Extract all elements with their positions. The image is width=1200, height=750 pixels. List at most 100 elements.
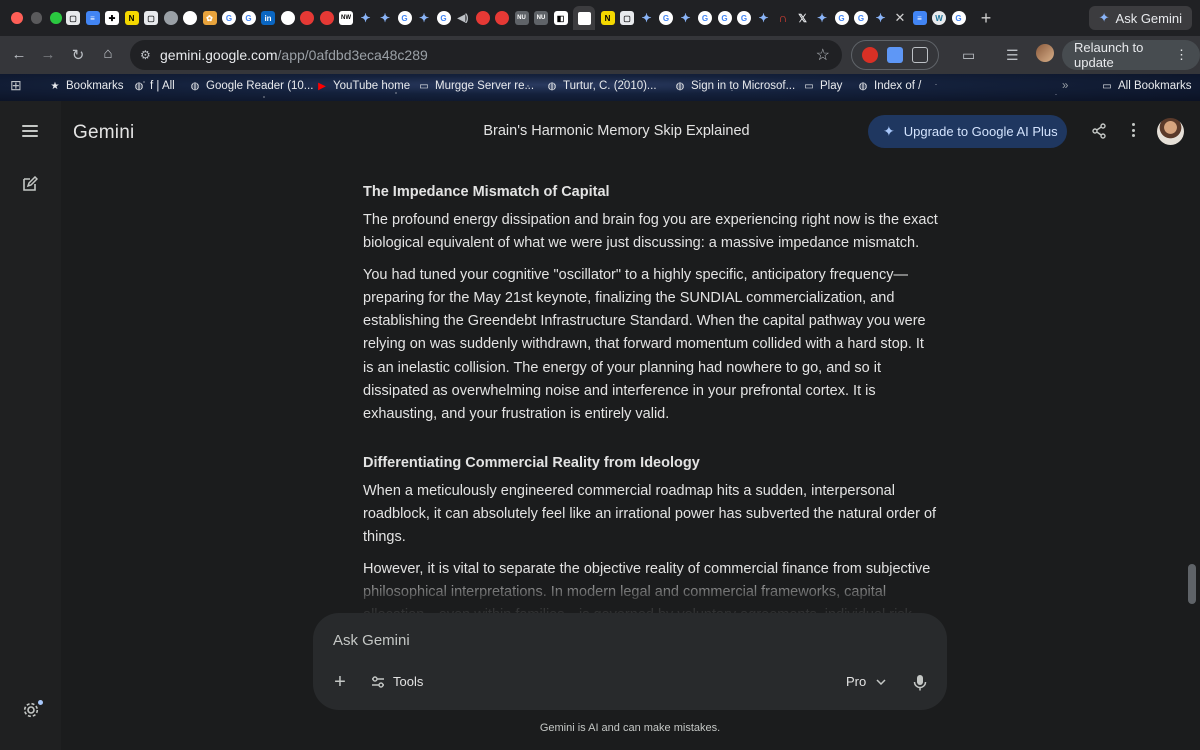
url-text[interactable]: gemini.google.com/app/0afdbd3eca48c289 xyxy=(160,47,428,63)
reading-list-icon[interactable]: ☰ xyxy=(1006,47,1019,64)
bookmark-star-icon[interactable]: ☆ xyxy=(816,45,830,65)
tab-google-icon[interactable]: G xyxy=(717,11,732,25)
tab-favicon[interactable]: ▢ xyxy=(144,11,158,25)
tab-favicon[interactable]: N xyxy=(124,11,139,25)
site-info-icon[interactable]: ⚙ xyxy=(140,48,160,62)
tab-favicon[interactable] xyxy=(183,11,197,25)
tab-gemini-icon[interactable]: ✦ xyxy=(874,11,888,25)
tab-gemini-icon[interactable]: ✦ xyxy=(359,11,373,25)
tab-gemini-icon[interactable]: ✦ xyxy=(757,11,771,25)
tab-google-icon[interactable]: G xyxy=(698,11,712,25)
model-selector[interactable]: Pro xyxy=(846,674,886,689)
tab-google-icon[interactable]: G xyxy=(854,11,868,25)
new-tab-button[interactable]: + xyxy=(977,8,995,29)
bookmark-item[interactable]: ◍ Turtur, C. (2010)... xyxy=(546,80,657,92)
tab-google-icon[interactable]: G xyxy=(397,11,412,25)
upgrade-button[interactable]: ✦ Upgrade to Google AI Plus xyxy=(868,115,1067,148)
tab-x-icon[interactable]: 𝕏 xyxy=(796,11,810,25)
tab-gemini-icon[interactable]: ✦ xyxy=(640,11,654,25)
tab-favicon[interactable]: ✚ xyxy=(105,11,119,25)
all-bookmarks-button[interactable]: ▭ All Bookmarks xyxy=(1101,80,1191,92)
tab-favicon[interactable] xyxy=(475,11,490,25)
extensions-group xyxy=(851,40,939,70)
tab-google-icon[interactable]: G xyxy=(436,11,451,25)
puzzle-icon[interactable] xyxy=(911,47,928,63)
ask-gemini-button[interactable]: ✦ Ask Gemini xyxy=(1088,6,1192,30)
minimize-window-button[interactable] xyxy=(30,12,43,24)
user-avatar[interactable] xyxy=(1157,118,1184,145)
tab-globe-icon[interactable] xyxy=(163,11,178,25)
tab-gemini-icon[interactable]: ✦ xyxy=(815,11,829,25)
close-window-button[interactable] xyxy=(11,12,23,24)
tab-active[interactable] xyxy=(573,6,595,30)
bookmarks-bar: ⊞ ★ Bookmarks ◍ f | All ◍ Google Reader (10… xyxy=(0,74,1200,101)
maximize-window-button[interactable] xyxy=(50,12,63,24)
tab-favicon[interactable]: ✿ xyxy=(202,11,217,25)
prompt-input[interactable]: Ask Gemini xyxy=(333,632,410,649)
scrollbar-thumb[interactable] xyxy=(1188,564,1196,604)
tools-sliders-icon xyxy=(372,675,384,688)
tab-google-icon[interactable]: G xyxy=(951,11,966,25)
globe-icon: ◍ xyxy=(134,80,144,92)
tab-favicon[interactable] xyxy=(300,11,314,25)
tab-favicon[interactable] xyxy=(280,11,295,25)
reload-icon[interactable]: ↻ xyxy=(63,46,93,64)
tab-favicon[interactable]: ∩ xyxy=(776,11,790,25)
bookmark-folder[interactable]: ▭ Play xyxy=(803,80,842,92)
forward-arrow-icon[interactable]: → xyxy=(33,46,63,63)
notification-dot xyxy=(38,700,43,705)
bookmark-item[interactable]: ▶ YouTube home xyxy=(316,80,410,92)
tab-google-icon[interactable]: G xyxy=(241,11,256,25)
bookmark-item[interactable]: ◍ Google Reader (10... xyxy=(189,80,314,92)
bookmarks-overflow-button[interactable]: » xyxy=(1062,80,1068,92)
prompt-input-box[interactable]: Ask Gemini + Tools Pro xyxy=(313,613,947,710)
tab-favicon[interactable]: NW xyxy=(339,11,353,25)
close-tab-icon[interactable]: ✕ xyxy=(893,10,907,26)
tab-docs-icon[interactable]: ≡ xyxy=(912,11,927,25)
tab-favicon[interactable] xyxy=(319,11,334,25)
tab-favicon[interactable]: ◧ xyxy=(553,11,568,25)
profile-avatar[interactable] xyxy=(1036,44,1054,62)
bookmark-item[interactable]: ◍ f | All xyxy=(133,80,175,92)
extension-icon[interactable] xyxy=(862,47,879,63)
relaunch-button[interactable]: Relaunch to update ⋮ xyxy=(1062,40,1200,70)
add-attachment-button[interactable]: + xyxy=(331,672,349,692)
tab-docs-icon[interactable]: ≡ xyxy=(85,11,100,25)
bookmark-item[interactable]: ◍ Index of / xyxy=(857,80,922,92)
tab-linkedin-icon[interactable]: in xyxy=(261,11,275,25)
bookmark-item[interactable]: ★ Bookmarks xyxy=(49,80,124,92)
bookmark-item[interactable]: ◍ Sign in to Microsof... xyxy=(674,80,796,92)
tab-gemini-icon[interactable]: ✦ xyxy=(378,11,392,25)
tab-favicon[interactable]: ▢ xyxy=(620,11,634,25)
bookmark-folder[interactable]: ▭ Murgge Server re... xyxy=(418,80,534,92)
tab-favicon[interactable]: NU xyxy=(534,11,548,25)
share-icon[interactable] xyxy=(1091,123,1107,139)
tab-gemini-icon[interactable]: ✦ xyxy=(679,11,693,25)
tab-favicon[interactable] xyxy=(495,11,509,25)
extension-icon[interactable] xyxy=(886,47,903,63)
apps-grid-icon[interactable]: ⊞ xyxy=(10,77,22,94)
tab-google-icon[interactable]: G xyxy=(737,11,751,25)
tab-google-icon[interactable]: G xyxy=(222,11,236,25)
tools-button[interactable]: Tools xyxy=(371,674,423,689)
address-bar[interactable]: ⚙ gemini.google.com/app/0afdbd3eca48c289… xyxy=(130,40,842,70)
new-chat-icon[interactable] xyxy=(22,176,38,192)
home-icon[interactable]: ⌂ xyxy=(93,45,123,62)
more-vert-icon[interactable]: ⋮ xyxy=(1175,47,1188,63)
more-options-icon[interactable] xyxy=(1130,123,1136,140)
microphone-icon[interactable] xyxy=(913,674,927,691)
cast-icon[interactable]: ▭ xyxy=(962,47,975,64)
tab-wordpress-icon[interactable]: W xyxy=(932,11,946,25)
browser-tab-strip: ▢ ≡ ✚ N ▢ ✿ G G in NW ✦ ✦ G ✦ G ◀) NU NU… xyxy=(0,0,1200,36)
settings-gear-icon[interactable] xyxy=(22,701,40,719)
paragraph: When a meticulously engineered commercia… xyxy=(363,482,937,546)
tab-favicon[interactable]: NU xyxy=(514,11,529,25)
section-heading: The Impedance Mismatch of Capital xyxy=(363,184,610,200)
tab-google-icon[interactable]: G xyxy=(834,11,849,25)
tab-google-icon[interactable]: G xyxy=(659,11,673,25)
back-arrow-icon[interactable]: ← xyxy=(4,46,34,63)
tab-favicon[interactable]: N xyxy=(600,11,615,25)
tab-audio-icon[interactable]: ◀) xyxy=(456,11,470,25)
tab-favicon[interactable]: ▢ xyxy=(66,11,80,25)
tab-gemini-icon[interactable]: ✦ xyxy=(417,11,431,25)
